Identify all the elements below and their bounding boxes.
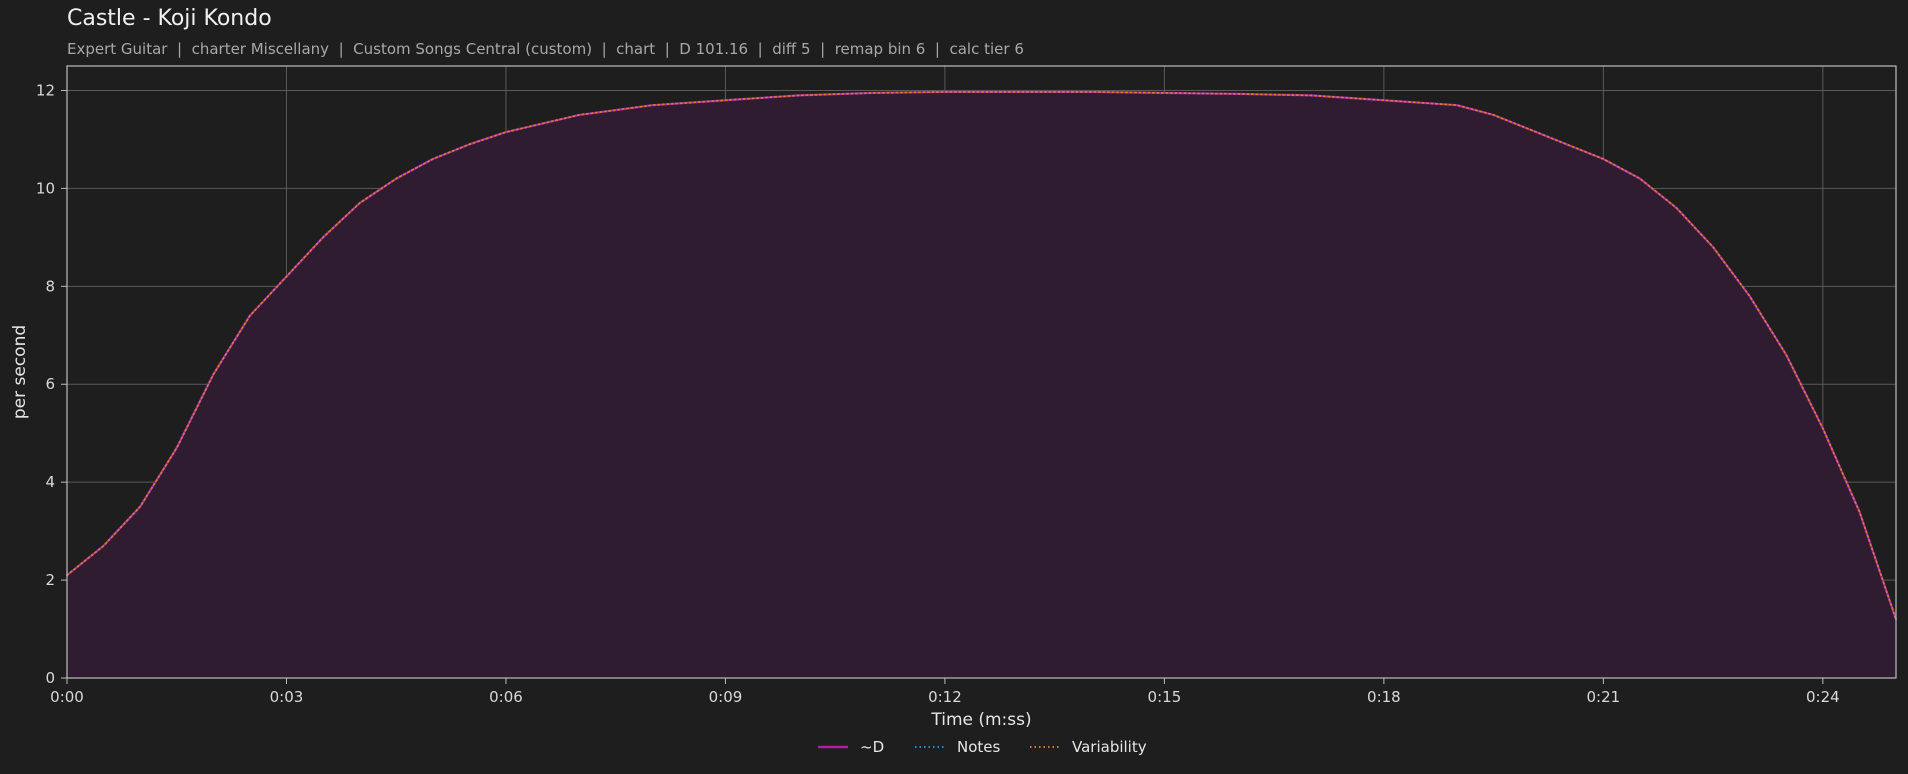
- y-tick-label: 8: [45, 277, 55, 295]
- y-tick-label: 12: [36, 81, 55, 99]
- legend-label: Variability: [1072, 738, 1147, 756]
- x-tick-label: 0:24: [1806, 688, 1840, 706]
- x-tick-label: 0:18: [1367, 688, 1401, 706]
- y-tick-label: 10: [36, 179, 55, 197]
- x-tick-label: 0:06: [489, 688, 523, 706]
- d-area-fill: [67, 91, 1896, 678]
- y-tick-label: 0: [45, 669, 55, 687]
- y-tick-label: 6: [45, 375, 55, 393]
- legend: ~D Notes Variability: [818, 738, 1147, 756]
- x-tick-label: 0:15: [1148, 688, 1182, 706]
- y-tick-label: 4: [45, 473, 55, 491]
- x-tick-label: 0:09: [709, 688, 743, 706]
- x-axis-label: Time (m:ss): [930, 710, 1031, 730]
- x-axis: 0:00 0:03 0:06 0:09 0:12 0:15 0:18 0:21 0:24: [50, 678, 1840, 706]
- y-axis-label: per second: [10, 325, 30, 419]
- legend-label: ~D: [860, 738, 884, 756]
- y-axis: 0 2 4 6 8 10 12: [36, 81, 67, 687]
- x-tick-label: 0:12: [928, 688, 962, 706]
- x-tick-label: 0:03: [270, 688, 304, 706]
- x-tick-label: 0:21: [1587, 688, 1621, 706]
- legend-label: Notes: [957, 738, 1001, 756]
- line-chart: 0:00 0:03 0:06 0:09 0:12 0:15 0:18 0:21 0:24 0 2 4…: [10, 65, 1898, 756]
- x-tick-label: 0:00: [50, 688, 84, 706]
- y-tick-label: 2: [45, 571, 55, 589]
- area-layer: [67, 91, 1896, 678]
